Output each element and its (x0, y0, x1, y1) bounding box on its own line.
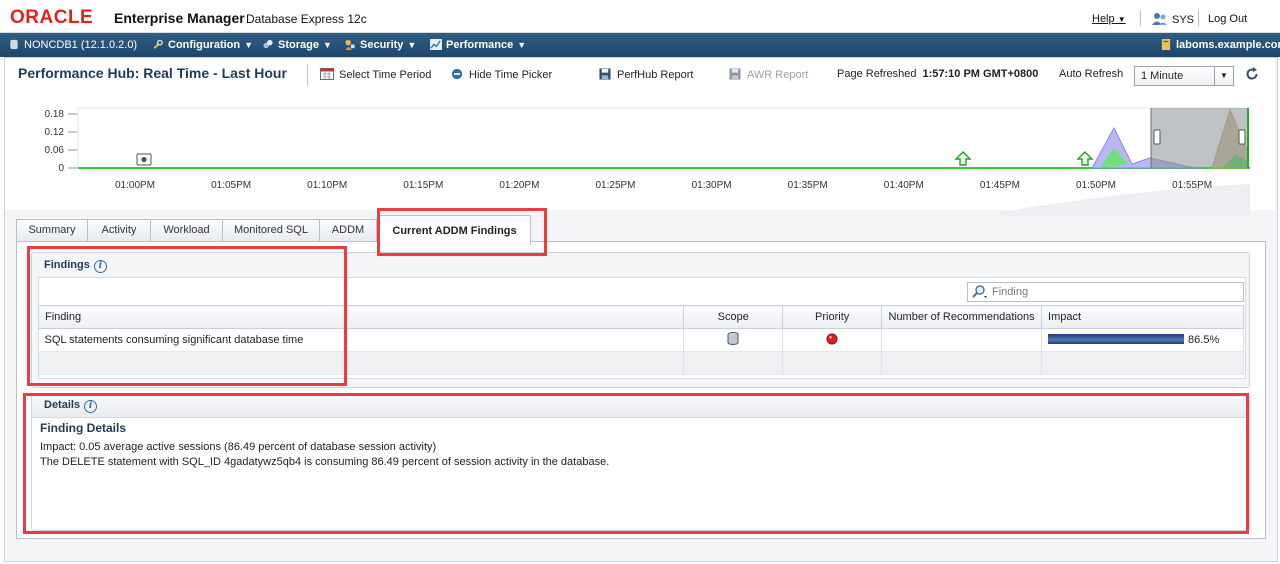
oracle-logo: ORACLE (10, 7, 94, 28)
auto-refresh-select[interactable]: 1 Minute ▼ (1134, 66, 1234, 86)
hide-time-picker-button[interactable]: Hide Time Picker (450, 68, 552, 81)
highlight-details (23, 393, 1249, 534)
plot-frame (77, 107, 1251, 169)
database-scope-icon (727, 332, 739, 345)
wrench-icon (153, 39, 163, 49)
scope-cell (683, 328, 784, 352)
save-icon (599, 68, 611, 80)
finding-search-input[interactable]: Finding (967, 282, 1244, 302)
top-header: ORACLE Enterprise Manager Database Expre… (0, 0, 1280, 33)
header-divider (1198, 10, 1199, 26)
y-tick-label: 0.06 (45, 145, 65, 156)
impact-bar (1048, 334, 1185, 344)
logout-link[interactable]: Log Out (1208, 13, 1247, 25)
tab-monitored-sql[interactable]: Monitored SQL (222, 219, 320, 241)
recommendations-cell (881, 328, 1043, 352)
activity-timeline-chart[interactable]: 0.18 0.12 0.06 0 01:00PM 01:05PM 01:10PM 01:15… (0, 92, 1280, 216)
page-refreshed-time: 1:57:10 PM GMT+0800 (922, 68, 1039, 80)
x-tick-label: 01:50PM (1076, 180, 1116, 191)
x-tick-label: 01:40PM (884, 180, 924, 191)
y-tick-label: 0 (58, 163, 64, 174)
refresh-icon[interactable] (1244, 66, 1260, 82)
x-tick-label: 01:20PM (499, 180, 539, 191)
security-icon (345, 39, 355, 50)
time-selection-window[interactable] (1151, 108, 1248, 168)
database-menu[interactable]: NONCDB1 (12.1.0.2.0) (8, 39, 137, 51)
high-priority-icon (826, 333, 838, 344)
user-name[interactable]: SYS (1172, 14, 1194, 26)
select-time-period-button[interactable]: Select Time Period (320, 68, 431, 81)
selection-shadow (1000, 184, 1250, 216)
column-header-recommendations[interactable]: Number of Recommendations (881, 305, 1043, 329)
x-tick-label: 01:45PM (980, 180, 1020, 191)
product-name: Enterprise Manager (114, 10, 245, 26)
security-menu[interactable]: Security ▼ (344, 39, 416, 51)
chevron-down-icon: ▼ (1214, 67, 1233, 85)
highlight-findings (27, 246, 347, 386)
calendar-icon (320, 68, 334, 80)
column-header-impact[interactable]: Impact (1041, 305, 1244, 329)
collapse-icon (451, 68, 463, 80)
tab-addm[interactable]: ADDM (319, 219, 377, 241)
save-icon (729, 68, 741, 80)
page-title: Performance Hub: Real Time - Last Hour (18, 65, 287, 81)
performance-chart-icon (430, 39, 442, 50)
database-icon (10, 39, 18, 50)
tab-summary[interactable]: Summary (16, 219, 88, 241)
x-tick-label: 01:05PM (211, 180, 251, 191)
tab-activity[interactable]: Activity (87, 219, 151, 241)
storage-menu[interactable]: Storage ▼ (262, 39, 332, 51)
configuration-menu[interactable]: Configuration ▼ (152, 39, 253, 51)
main-nav: NONCDB1 (12.1.0.2.0) Configuration ▼ Stor… (0, 33, 1280, 57)
perfhub-report-button[interactable]: PerfHub Report (598, 68, 693, 81)
selection-handle-right[interactable] (1238, 129, 1246, 145)
performance-menu[interactable]: Performance ▼ (430, 39, 526, 51)
search-icon (972, 285, 987, 298)
y-tick-label: 0.18 (45, 109, 65, 120)
priority-cell (782, 328, 883, 352)
x-tick-label: 01:35PM (788, 180, 828, 191)
x-tick-label: 01:00PM (115, 180, 155, 191)
x-tick-label: 01:55PM (1172, 180, 1212, 191)
header-divider (1140, 10, 1141, 26)
storage-icon (263, 39, 273, 49)
x-tick-label: 01:10PM (307, 180, 347, 191)
server-icon (1161, 39, 1171, 50)
x-tick-label: 01:30PM (692, 180, 732, 191)
auto-refresh-label: Auto Refresh (1059, 68, 1124, 80)
x-tick-label: 01:15PM (403, 180, 443, 191)
highlight-tab (377, 208, 547, 256)
x-tick-label: 01:25PM (595, 180, 635, 191)
product-subtitle: Database Express 12c (246, 12, 367, 26)
event-up-arrow-icon[interactable] (1076, 151, 1094, 166)
column-header-scope[interactable]: Scope (683, 305, 784, 329)
host-name: laboms.example.com (1160, 39, 1280, 51)
selection-handle-left[interactable] (1153, 129, 1161, 145)
awr-report-button[interactable]: AWR Report (728, 68, 808, 81)
event-up-arrow-icon[interactable] (954, 151, 972, 166)
user-icon (1152, 13, 1167, 25)
toolbar-divider (307, 64, 308, 86)
snapshot-camera-icon[interactable] (136, 153, 152, 166)
y-tick-label: 0.12 (45, 127, 65, 138)
tab-workload[interactable]: Workload (150, 219, 223, 241)
impact-cell: 86.5% (1041, 328, 1244, 352)
help-menu[interactable]: Help ▼ (1092, 13, 1126, 25)
page-refreshed: Page Refreshed 1:57:10 PM GMT+0800 (837, 68, 1039, 80)
impact-value: 86.5% (1188, 334, 1220, 346)
column-header-priority[interactable]: Priority (782, 305, 883, 329)
